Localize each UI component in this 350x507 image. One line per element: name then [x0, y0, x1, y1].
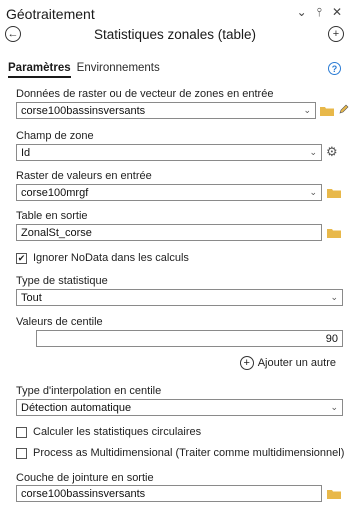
zone-field-value: Id — [21, 146, 31, 159]
circular-row: Calculer les statistiques circulaires — [16, 426, 201, 438]
stat-type-label: Type de statistique — [16, 275, 108, 287]
ignore-nodata-row: ✔ Ignorer NoData dans les calculs — [16, 252, 189, 264]
add-circle-icon[interactable]: + — [328, 26, 344, 42]
chevron-down-icon: ⌄ — [330, 402, 338, 412]
value-raster-label: Raster de valeurs en entrée — [16, 170, 152, 182]
tab-bar: Paramètres Environnements — [8, 62, 160, 78]
zone-data-dropdown[interactable]: corse100bassinsversants ⌄ — [16, 102, 316, 119]
chevron-down-icon[interactable]: ⌄ — [297, 5, 307, 20]
interp-dropdown[interactable]: Détection automatique ⌄ — [16, 399, 343, 416]
interp-value: Détection automatique — [21, 401, 132, 414]
out-table-input[interactable]: ZonalSt_corse — [16, 224, 322, 241]
help-icon[interactable]: ? — [328, 62, 341, 75]
add-other-label: Ajouter un autre — [257, 357, 336, 369]
chevron-down-icon: ⌄ — [330, 292, 338, 302]
stat-type-value: Tout — [21, 291, 42, 304]
zone-data-value: corse100bassinsversants — [21, 104, 146, 117]
multidim-label: Process as Multidimensional (Traiter com… — [33, 447, 345, 459]
join-layer-input[interactable]: corse100bassinsversants — [16, 485, 322, 502]
chevron-down-icon: ⌄ — [303, 105, 311, 115]
stat-type-dropdown[interactable]: Tout ⌄ — [16, 289, 343, 306]
zone-data-label: Données de raster ou de vecteur de zones… — [16, 88, 274, 100]
folder-icon[interactable] — [327, 489, 341, 499]
pencil-icon[interactable] — [338, 103, 350, 118]
join-layer-label: Couche de jointure en sortie — [16, 472, 154, 484]
zone-field-label: Champ de zone — [16, 130, 94, 142]
ignore-nodata-label: Ignorer NoData dans les calculs — [33, 252, 189, 264]
folder-icon[interactable] — [327, 228, 341, 238]
chevron-down-icon: ⌄ — [309, 147, 317, 157]
out-table-value: ZonalSt_corse — [21, 226, 92, 239]
window-controls: ⌄ ⫯ ✕ — [297, 5, 342, 20]
out-table-label: Table en sortie — [16, 210, 88, 222]
close-icon[interactable]: ✕ — [332, 5, 342, 20]
gear-icon[interactable]: ⚙ — [326, 144, 338, 160]
tool-title: Statistiques zonales (table) — [93, 27, 257, 42]
multidim-checkbox[interactable] — [16, 447, 27, 459]
percentile-input[interactable]: 90 — [36, 330, 343, 347]
folder-icon[interactable] — [327, 188, 341, 198]
chevron-down-icon: ⌄ — [309, 187, 317, 197]
add-other-button[interactable]: + Ajouter un autre — [239, 356, 336, 370]
percentile-label: Valeurs de centile — [16, 316, 103, 328]
add-circle-icon: + — [239, 356, 254, 370]
window-title: Géotraitement — [6, 6, 95, 22]
folder-icon[interactable] — [320, 106, 334, 116]
percentile-value: 90 — [325, 332, 338, 345]
tab-parameters[interactable]: Paramètres — [8, 62, 71, 78]
value-raster-dropdown[interactable]: corse100mrgf ⌄ — [16, 184, 322, 201]
value-raster-value: corse100mrgf — [21, 186, 89, 199]
interp-label: Type d'interpolation en centile — [16, 385, 162, 397]
join-layer-value: corse100bassinsversants — [21, 487, 146, 500]
tab-environments[interactable]: Environnements — [77, 62, 160, 78]
pin-icon[interactable]: ⫯ — [317, 5, 322, 20]
ignore-nodata-checkbox[interactable]: ✔ — [16, 252, 27, 264]
circular-label: Calculer les statistiques circulaires — [33, 426, 202, 438]
zone-field-dropdown[interactable]: Id ⌄ — [16, 144, 322, 161]
circular-checkbox[interactable] — [16, 426, 27, 438]
multidim-row: Process as Multidimensional (Traiter com… — [16, 447, 344, 459]
